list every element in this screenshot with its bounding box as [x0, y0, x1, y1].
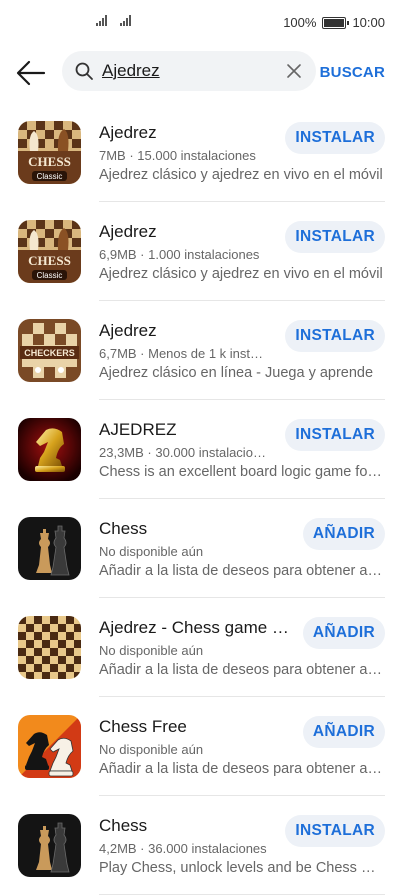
clear-icon[interactable]	[284, 61, 304, 81]
chess-classic-icon: CHESS Classic	[18, 121, 81, 184]
app-meta: 6,7MB · Menos de 1 k instalaciones	[99, 346, 269, 361]
svg-text:CHECKERS: CHECKERS	[24, 348, 75, 358]
app-title[interactable]: Chess Free	[99, 717, 187, 737]
app-description: Añadir a la lista de deseos para obtener…	[99, 761, 385, 777]
signal-icon	[96, 14, 107, 26]
install-button[interactable]: INSTALAR	[285, 320, 385, 352]
chess-pieces-icon	[18, 517, 81, 580]
app-title[interactable]: Ajedrez - Chess game free	[99, 618, 289, 638]
app-meta: No disponible aún	[99, 544, 204, 559]
app-title[interactable]: AJEDREZ	[99, 420, 176, 440]
status-right: 100% 10:00	[283, 15, 385, 30]
app-description: Añadir a la lista de deseos para obtener…	[99, 563, 385, 579]
search-header: Ajedrez BUSCAR	[0, 48, 403, 98]
app-description: Ajedrez clásico y ajedrez en vivo en el …	[99, 266, 383, 282]
status-bar: 100% 10:00	[0, 0, 403, 48]
add-to-wishlist-button[interactable]: AÑADIR	[302, 617, 385, 649]
search-icon	[75, 62, 93, 80]
list-item[interactable]: Chess No disponible aún Añadir a la lista …	[0, 499, 403, 598]
chess-pieces-icon	[18, 814, 81, 877]
app-description: Ajedrez clásico y ajedrez en vivo en el …	[99, 167, 383, 183]
svg-text:Classic: Classic	[37, 271, 63, 280]
svg-text:CHESS: CHESS	[28, 253, 71, 268]
app-description: Ajedrez clásico en línea - Juega y apren…	[99, 365, 374, 381]
install-button[interactable]: INSTALAR	[285, 221, 385, 253]
chess-free-icon	[18, 715, 81, 778]
add-to-wishlist-button[interactable]: AÑADIR	[302, 518, 385, 550]
add-to-wishlist-button[interactable]: AÑADIR	[302, 716, 385, 748]
divider	[99, 894, 385, 895]
list-item[interactable]: CHESS Classic Ajedrez 6,9MB · 1.000 insta…	[0, 202, 403, 301]
list-item[interactable]: Ajedrez - Chess game free No disponible a…	[0, 598, 403, 697]
chess-classic-icon: CHESS Classic	[18, 220, 81, 283]
app-meta: 23,3MB · 30.000 instalaciones	[99, 445, 269, 460]
search-button[interactable]: BUSCAR	[320, 64, 385, 81]
battery-icon	[322, 16, 350, 29]
list-item[interactable]: CHESS Classic Ajedrez 7MB · 15.000 instal…	[0, 103, 403, 202]
search-query[interactable]: Ajedrez	[102, 61, 160, 81]
install-button[interactable]: INSTALAR	[285, 815, 385, 847]
install-button[interactable]: INSTALAR	[285, 419, 385, 451]
app-title[interactable]: Ajedrez	[99, 321, 157, 341]
app-description: Añadir a la lista de deseos para obtener…	[99, 662, 385, 678]
app-meta: 4,2MB · 36.000 instalaciones	[99, 841, 267, 856]
search-input[interactable]: Ajedrez	[62, 51, 316, 91]
battery-percent: 100%	[283, 15, 317, 30]
app-meta: No disponible aún	[99, 643, 204, 658]
app-description: Chess is an excellent board logic game f…	[99, 464, 385, 480]
gold-knight-icon	[18, 418, 81, 481]
app-title[interactable]: Chess	[99, 519, 147, 539]
svg-text:Classic: Classic	[37, 172, 63, 181]
app-meta: No disponible aún	[99, 742, 204, 757]
list-item[interactable]: CHECKERS Ajedrez 6,7MB · Menos de 1 k ins…	[0, 301, 403, 400]
list-item[interactable]: Chess 4,2MB · 36.000 instalaciones Play Ch…	[0, 796, 403, 895]
list-item[interactable]: Chess Free No disponible aún Añadir a la l…	[0, 697, 403, 796]
signal-icon	[120, 14, 131, 26]
clock: 10:00	[352, 15, 385, 30]
chessboard-icon	[18, 616, 81, 679]
list-item[interactable]: AJEDREZ 23,3MB · 30.000 instalaciones Ches…	[0, 400, 403, 499]
app-meta: 7MB · 15.000 instalaciones	[99, 148, 256, 163]
install-button[interactable]: INSTALAR	[285, 122, 385, 154]
search-results-list: CHESS Classic Ajedrez 7MB · 15.000 instal…	[0, 103, 403, 895]
svg-text:CHESS: CHESS	[28, 154, 71, 169]
back-button[interactable]	[14, 58, 48, 88]
app-description: Play Chess, unlock levels and be Chess m…	[99, 860, 385, 876]
app-title[interactable]: Ajedrez	[99, 222, 157, 242]
app-title[interactable]: Ajedrez	[99, 123, 157, 143]
checkers-icon: CHECKERS	[18, 319, 81, 382]
app-title[interactable]: Chess	[99, 816, 147, 836]
app-meta: 6,9MB · 1.000 instalaciones	[99, 247, 260, 262]
back-arrow-icon	[16, 60, 46, 86]
